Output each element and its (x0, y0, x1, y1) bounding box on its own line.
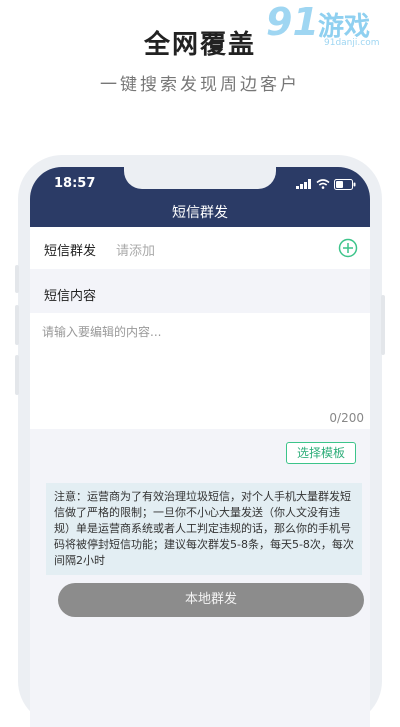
wifi-icon (316, 179, 330, 189)
recipient-label: 短信群发 (44, 244, 97, 259)
phone-side-button (15, 355, 19, 395)
page-title: 短信群发 (172, 205, 228, 221)
send-button[interactable]: 本地群发 (58, 583, 364, 617)
plus-circle-icon[interactable] (338, 238, 358, 258)
message-input[interactable] (40, 321, 354, 405)
message-box: 0/200 (30, 313, 370, 429)
choose-template-button[interactable]: 选择模板 (285, 442, 356, 464)
phone-side-button (381, 295, 385, 355)
navigation-bar: 18:57 短信群发 (30, 167, 370, 227)
promo-subline: 一键搜索发现周边客户 (100, 75, 300, 95)
phone-frame: 18:57 短信群发 短信群发 请添加 短信内容 请输入要编辑的内容... 0/… (15, 155, 385, 727)
recipient-row[interactable]: 短信群发 请添加 (30, 227, 370, 269)
phone-side-button (15, 265, 19, 293)
battery-icon (334, 178, 356, 190)
watermark-number: 91 (266, 0, 319, 44)
message-label: 短信内容 (44, 289, 97, 304)
phone-side-button (15, 305, 19, 345)
recipient-placeholder[interactable]: 请添加 (116, 240, 155, 259)
notice-text: 注意：运营商为了有效治理垃圾短信，对个人手机大量群发短信做了严格的限制；一旦你不… (46, 483, 362, 575)
watermark-logo: 91 游戏 91danji.com (266, 0, 394, 52)
watermark-url: 91danji.com (324, 38, 380, 48)
phone-screen: 18:57 短信群发 短信群发 请添加 短信内容 请输入要编辑的内容... 0/… (30, 167, 370, 727)
character-counter: 0/200 (329, 411, 364, 425)
status-icons (296, 178, 356, 190)
phone-notch (124, 167, 276, 189)
signal-icon (296, 179, 311, 189)
status-time: 18:57 (54, 176, 96, 191)
